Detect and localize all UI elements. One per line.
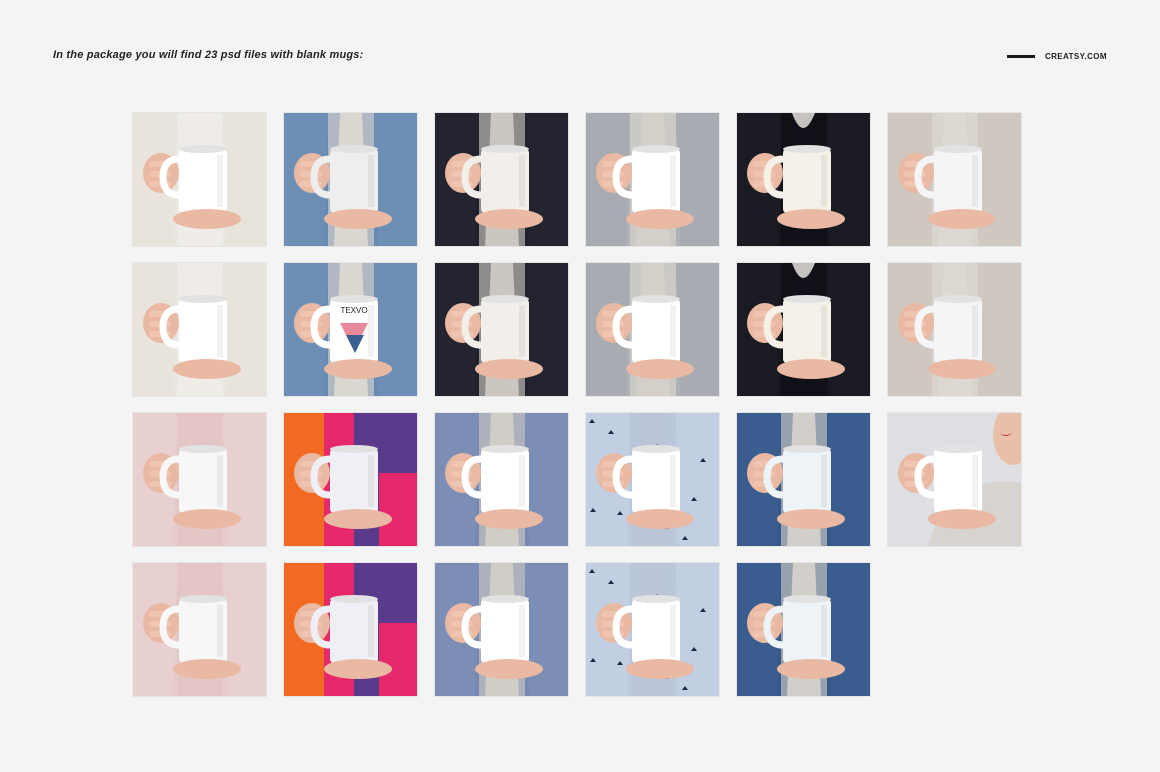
mug-mockup-thumbnail[interactable] [284,113,417,246]
mug-mockup-thumbnail[interactable] [133,263,266,396]
mug-mockup-thumbnail[interactable] [133,113,266,246]
page-heading: In the package you will find 23 psd file… [53,49,364,61]
mug-mockup-thumbnail[interactable] [888,263,1021,396]
mug-mockup-thumbnail[interactable] [284,413,417,546]
mug-mockup-thumbnail[interactable] [737,413,870,546]
mug-print-text: TEXVO [340,306,367,315]
brand-name: CREATSY.COM [1044,52,1107,61]
mug-mockup-thumbnail[interactable] [586,563,719,696]
mug-mockup-thumbnail[interactable] [737,263,870,396]
mug-mockup-thumbnail[interactable] [435,113,568,246]
mug-mockup-thumbnail[interactable] [133,413,266,546]
mug-mockup-thumbnail[interactable] [737,113,870,246]
mug-mockup-thumbnail[interactable] [586,263,719,396]
mug-mockup-thumbnail[interactable] [133,563,266,696]
mug-mockup-thumbnail[interactable] [435,413,568,546]
mug-mockup-thumbnail[interactable] [586,413,719,546]
mug-mockup-thumbnail[interactable] [586,113,719,246]
mug-mockup-thumbnail[interactable] [284,563,417,696]
mug-mockup-thumbnail[interactable] [435,263,568,396]
mug-mockup-thumbnail[interactable] [435,563,568,696]
mug-mockup-thumbnail[interactable] [888,113,1021,246]
mug-mockup-thumbnail[interactable] [737,563,870,696]
mug-mockup-thumbnail[interactable]: TEXVO [284,263,417,396]
brand[interactable]: CREATSY.COM [1006,52,1107,61]
mug-mockup-thumbnail[interactable] [888,413,1021,546]
brand-line [1006,55,1035,58]
